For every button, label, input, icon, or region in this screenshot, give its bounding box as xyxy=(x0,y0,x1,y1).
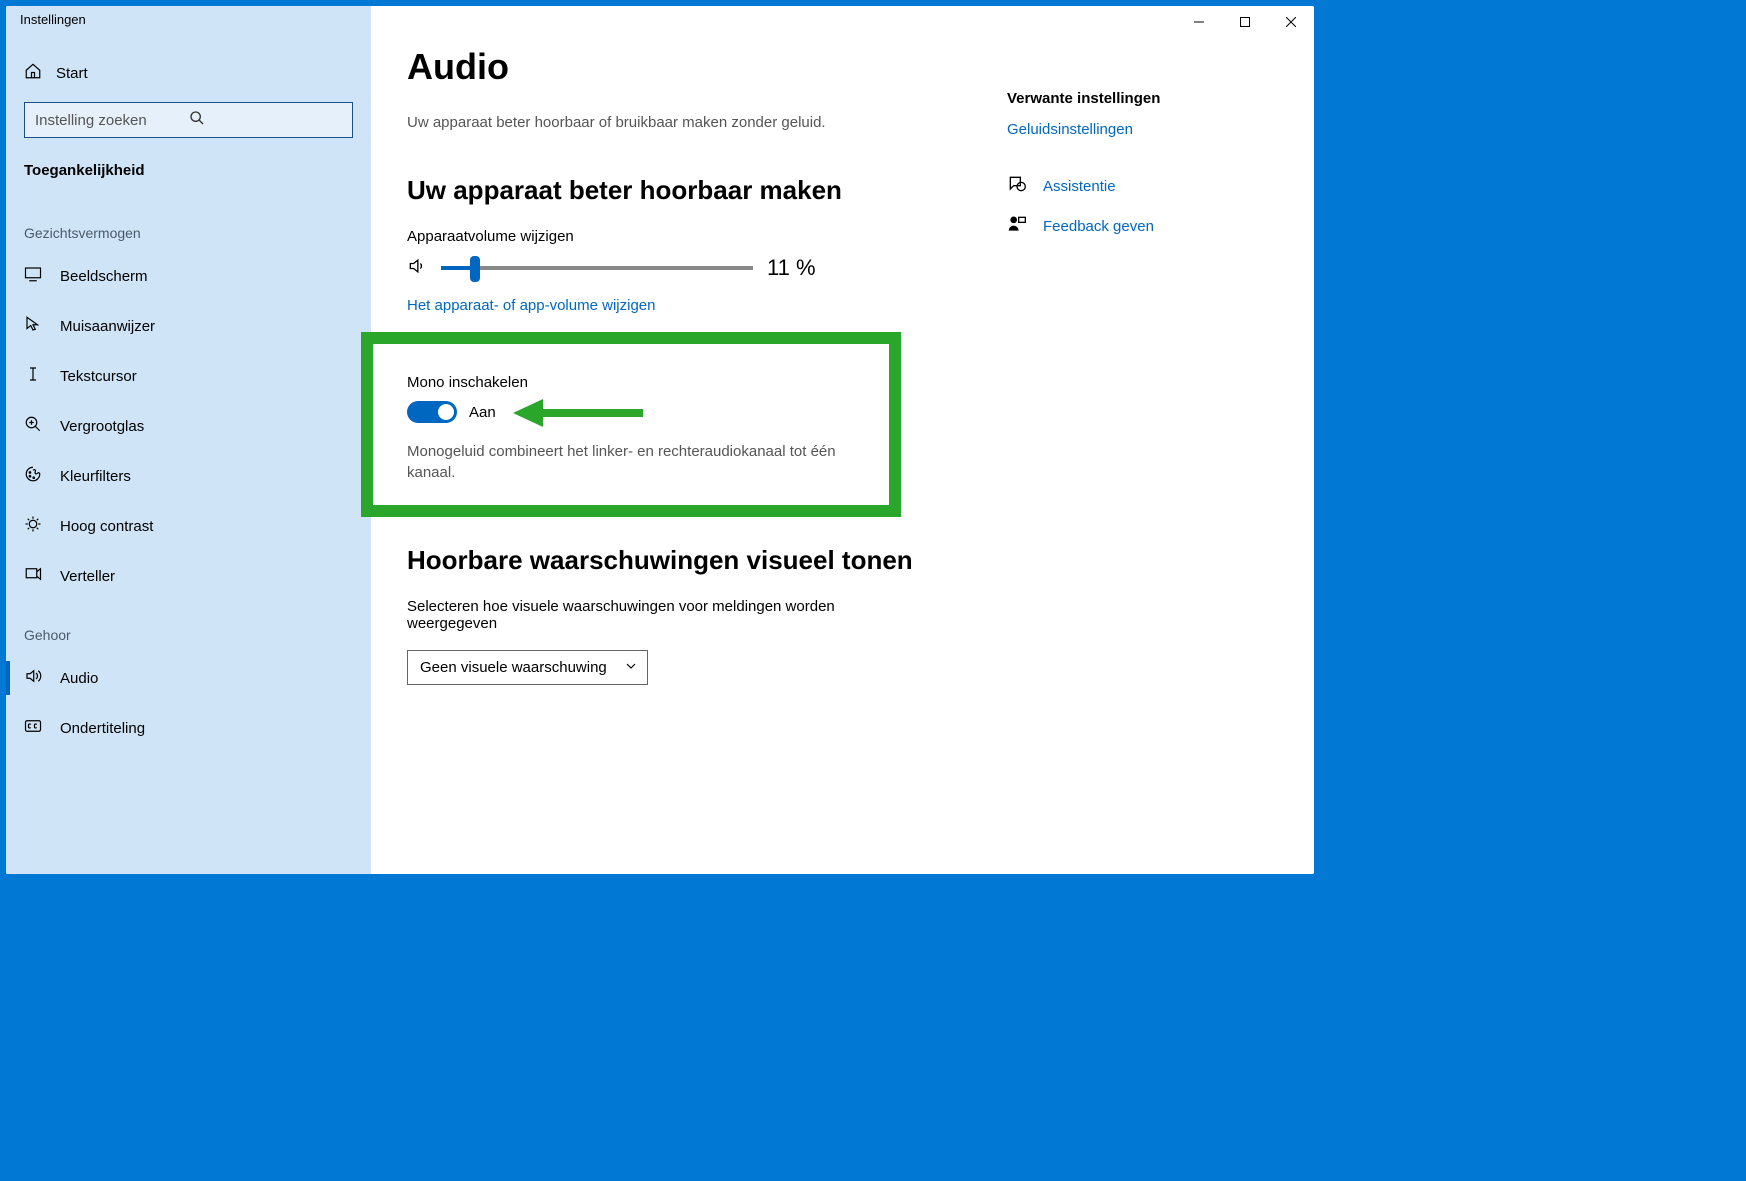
section-visueel-desc: Selecteren hoe visuele waarschuwingen vo… xyxy=(407,598,857,632)
mono-toggle[interactable] xyxy=(407,401,457,423)
titlebar: Instellingen xyxy=(6,6,1314,38)
maximize-button[interactable] xyxy=(1222,6,1268,38)
highlight-annotation: Mono inschakelen Aan Monogeluid combinee… xyxy=(361,332,901,517)
help-label: Assistentie xyxy=(1043,178,1116,195)
group-vision-label: Gezichtsvermogen xyxy=(6,199,371,251)
link-geluidsinstellingen[interactable]: Geluidsinstellingen xyxy=(1007,121,1267,138)
right-column: Verwante instellingen Geluidsinstellinge… xyxy=(1007,46,1267,874)
nav-label: Kleurfilters xyxy=(60,468,131,485)
feedback-link[interactable]: Feedback geven xyxy=(1007,214,1267,238)
help-icon xyxy=(1007,174,1027,198)
settings-window: Instellingen Start Instelling z xyxy=(6,6,1314,874)
select-value: Geen visuele waarschuwing xyxy=(420,659,607,676)
sidebar: Start Instelling zoeken Toegankelijkheid… xyxy=(6,6,371,874)
nav-label: Verteller xyxy=(60,568,115,585)
arrow-annotation-icon xyxy=(513,395,643,431)
page-description: Uw apparaat beter hoorbaar of bruikbaar … xyxy=(407,114,1007,131)
search-placeholder: Instelling zoeken xyxy=(35,112,189,129)
nav-ondertiteling[interactable]: Ondertiteling xyxy=(6,703,371,753)
nav-vergrootglas[interactable]: Vergrootglas xyxy=(6,401,371,451)
nav-label: Vergrootglas xyxy=(60,418,144,435)
cursor-icon xyxy=(24,315,42,337)
visual-warning-select[interactable]: Geen visuele waarschuwing xyxy=(407,650,648,685)
cc-icon xyxy=(24,717,42,739)
nav-verteller[interactable]: Verteller xyxy=(6,551,371,601)
search-icon xyxy=(189,110,343,130)
mono-state: Aan xyxy=(469,404,496,421)
help-link[interactable]: Assistentie xyxy=(1007,174,1267,198)
nav-hoogcontrast[interactable]: Hoog contrast xyxy=(6,501,371,551)
contrast-icon xyxy=(24,515,42,537)
main-content: Audio Uw apparaat beter hoorbaar of brui… xyxy=(371,6,1314,874)
mono-description: Monogeluid combineert het linker- en rec… xyxy=(407,441,855,483)
text-cursor-icon xyxy=(24,365,42,387)
section-visueel-title: Hoorbare waarschuwingen visueel tonen xyxy=(407,545,1007,576)
page-title: Audio xyxy=(407,46,1007,88)
magnifier-icon xyxy=(24,415,42,437)
nav-beeldscherm[interactable]: Beeldscherm xyxy=(6,251,371,301)
nav-audio[interactable]: Audio xyxy=(6,653,371,703)
volume-percent: 11 % xyxy=(767,255,816,281)
nav-label: Ondertiteling xyxy=(60,720,145,737)
feedback-label: Feedback geven xyxy=(1043,218,1154,235)
nav-kleurfilters[interactable]: Kleurfilters xyxy=(6,451,371,501)
speaker-icon xyxy=(24,667,42,689)
related-title: Verwante instellingen xyxy=(1007,90,1267,107)
nav-label: Hoog contrast xyxy=(60,518,153,535)
link-change-volume[interactable]: Het apparaat- of app-volume wijzigen xyxy=(407,297,1007,314)
feedback-icon xyxy=(1007,214,1027,238)
monitor-icon xyxy=(24,265,42,287)
nav-tekstcursor[interactable]: Tekstcursor xyxy=(6,351,371,401)
minimize-button[interactable] xyxy=(1176,6,1222,38)
window-controls xyxy=(1176,6,1314,38)
home-icon xyxy=(24,62,42,84)
close-button[interactable] xyxy=(1268,6,1314,38)
window-title: Instellingen xyxy=(20,12,86,27)
nav-label: Beeldscherm xyxy=(60,268,148,285)
volume-label: Apparaatvolume wijzigen xyxy=(407,228,1007,245)
category-title: Toegankelijkheid xyxy=(6,152,371,199)
home-button[interactable]: Start xyxy=(6,52,371,94)
palette-icon xyxy=(24,465,42,487)
narrator-icon xyxy=(24,565,42,587)
home-label: Start xyxy=(56,65,88,82)
nav-label: Tekstcursor xyxy=(60,368,137,385)
section-hoorbaar-title: Uw apparaat beter hoorbaar maken xyxy=(407,175,1007,206)
nav-label: Muisaanwijzer xyxy=(60,318,155,335)
nav-muisaanwijzer[interactable]: Muisaanwijzer xyxy=(6,301,371,351)
chevron-down-icon xyxy=(625,659,637,676)
volume-icon xyxy=(407,256,427,281)
search-input[interactable]: Instelling zoeken xyxy=(24,102,353,138)
volume-slider[interactable] xyxy=(441,266,753,270)
nav-label: Audio xyxy=(60,670,98,687)
mono-title: Mono inschakelen xyxy=(407,374,855,391)
group-hearing-label: Gehoor xyxy=(6,601,371,653)
